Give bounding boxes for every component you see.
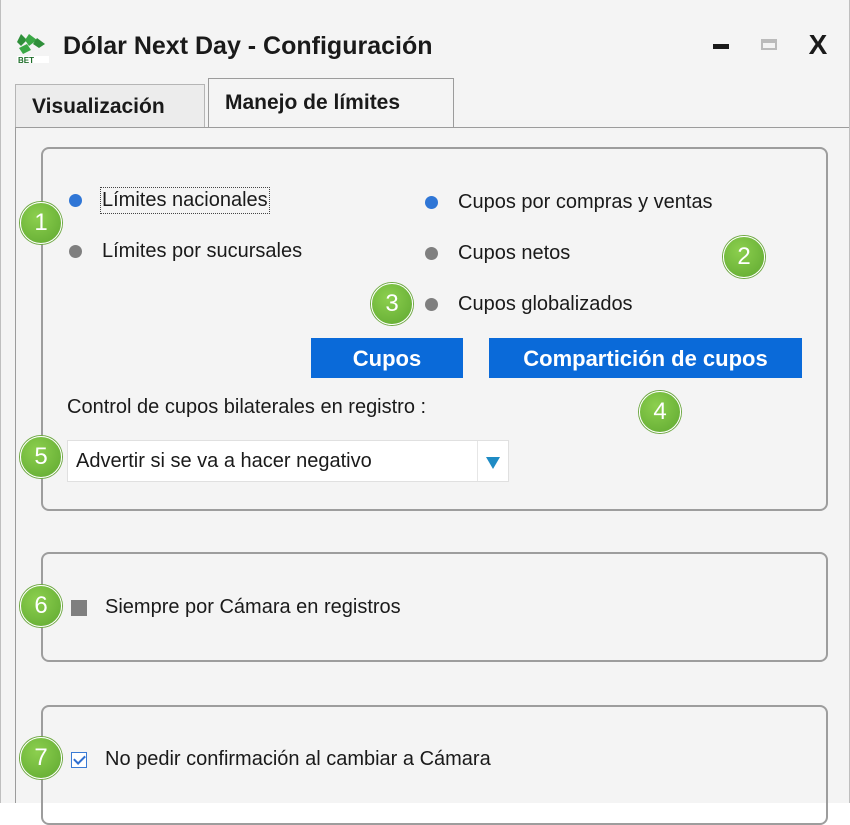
radio-label: Cupos globalizados (458, 293, 633, 315)
radio-unselected-icon (69, 245, 82, 258)
checkbox-unchecked-icon (71, 599, 87, 616)
radio-label: Cupos por compras y ventas (458, 191, 713, 213)
radio-cupos-netos[interactable]: Cupos netos (425, 242, 570, 265)
radio-selected-icon (69, 194, 82, 207)
checkbox-label: Siempre por Cámara en registros (105, 596, 401, 618)
close-button[interactable]: X (801, 30, 835, 60)
svg-text:BET: BET (18, 56, 34, 64)
bilateral-control-select[interactable]: Advertir si se va a hacer negativo (67, 440, 509, 482)
cupos-button[interactable]: Cupos (311, 338, 463, 378)
radio-limites-nacionales[interactable]: Límites nacionales (69, 187, 270, 214)
tab-manejo-de-limites[interactable]: Manejo de límites (208, 78, 454, 128)
app-logo-icon: BET (17, 34, 49, 64)
checkbox-no-pedir-confirmacion[interactable]: No pedir confirmación al cambiar a Cámar… (71, 748, 491, 771)
checkbox-label: No pedir confirmación al cambiar a Cámar… (105, 748, 491, 770)
checkbox-checked-icon (71, 751, 87, 768)
radio-unselected-icon (425, 298, 438, 311)
radio-cupos-globalizados[interactable]: Cupos globalizados (425, 293, 633, 316)
maximize-button[interactable] (753, 30, 787, 60)
callout-badge-4: 4 (639, 391, 681, 433)
callout-badge-5: 5 (20, 436, 62, 478)
callout-badge-1: 1 (20, 202, 62, 244)
callout-badge-6: 6 (20, 585, 62, 627)
callout-badge-2: 2 (723, 236, 765, 278)
radio-label: Límites por sucursales (102, 240, 303, 262)
title-bar: BET Dólar Next Day - Configuración X (1, 0, 849, 84)
radio-limites-por-sucursales[interactable]: Límites por sucursales (69, 240, 302, 263)
radio-label: Cupos netos (458, 242, 571, 264)
bilateral-control-label: Control de cupos bilaterales en registro… (67, 396, 427, 418)
callout-badge-7: 7 (20, 737, 62, 779)
checkbox-siempre-por-camara[interactable]: Siempre por Cámara en registros (71, 596, 401, 619)
config-window: BET Dólar Next Day - Configuración X Vis… (0, 0, 850, 825)
triangle-down-icon[interactable] (477, 441, 508, 481)
window-title: Dólar Next Day - Configuración (63, 32, 433, 60)
minimize-button[interactable] (705, 30, 739, 60)
radio-cupos-compras-ventas[interactable]: Cupos por compras y ventas (425, 191, 713, 214)
radio-selected-icon (425, 196, 438, 209)
select-value: Advertir si se va a hacer negativo (76, 450, 372, 472)
radio-unselected-icon (425, 247, 438, 260)
comparticion-de-cupos-button[interactable]: Compartición de cupos (489, 338, 802, 378)
tab-visualizacion[interactable]: Visualización (15, 84, 205, 128)
radio-label: Límites nacionales (100, 187, 270, 214)
callout-badge-3: 3 (371, 283, 413, 325)
